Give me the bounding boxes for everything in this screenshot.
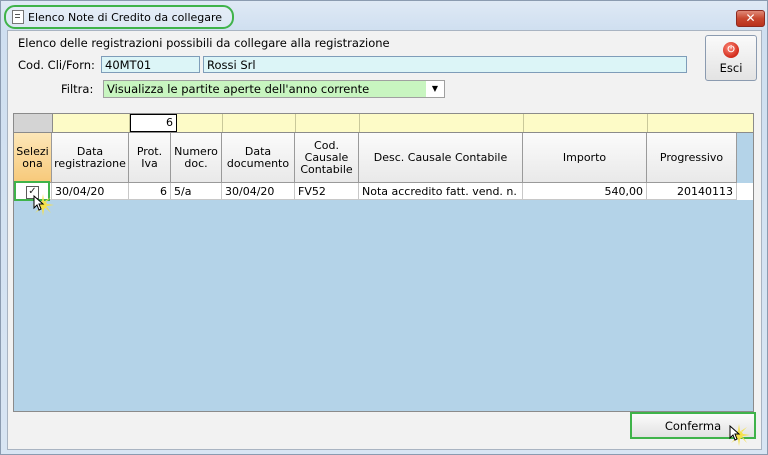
esci-button[interactable]: ⏻ Esci xyxy=(705,35,757,81)
col-data-registrazione[interactable]: Data registrazione xyxy=(52,133,129,183)
record-count: 6 xyxy=(130,114,177,132)
description-text: Elenco delle registrazioni possibili da … xyxy=(18,36,390,50)
cell-importo: 540,00 xyxy=(523,183,647,200)
cell-prot-iva: 6 xyxy=(129,183,171,200)
grid-corner xyxy=(14,114,53,132)
table-row[interactable]: 30/04/20 6 5/a 30/04/20 FV52 Nota accred… xyxy=(14,183,753,200)
cod-cli-forn-label: Cod. Cli/Forn: xyxy=(18,58,95,72)
pointer-cursor-icon xyxy=(32,194,54,216)
filtra-selected-value: Visualizza le partite aperte dell'anno c… xyxy=(104,81,426,97)
filtra-select[interactable]: Visualizza le partite aperte dell'anno c… xyxy=(103,80,445,98)
cell-progressivo: 20140113 xyxy=(647,183,737,200)
filter-separator xyxy=(523,114,524,132)
col-desc-causale[interactable]: Desc. Causale Contabile xyxy=(359,133,523,183)
grid-filter-row: 6 xyxy=(14,114,753,133)
cell-numero-doc: 5/a xyxy=(171,183,222,200)
document-icon xyxy=(12,10,24,24)
chevron-down-icon[interactable]: ▼ xyxy=(428,81,442,97)
filter-separator xyxy=(222,114,223,132)
pointer-cursor-icon xyxy=(728,424,750,446)
grid-header: Selezi ona Data registrazione Prot. Iva … xyxy=(14,133,753,183)
title-bar: Elenco Note di Credito da collegare ✕ xyxy=(1,1,767,29)
window-title: Elenco Note di Credito da collegare xyxy=(28,10,223,24)
cod-cli-forn-field[interactable]: 40MT01 xyxy=(101,56,200,73)
power-icon: ⏻ xyxy=(723,41,739,58)
col-progressivo[interactable]: Progressivo xyxy=(647,133,737,183)
cell-desc-causale: Nota accredito fatt. vend. n. xyxy=(359,183,523,200)
records-grid[interactable]: 6 Selezi ona Data registrazione Prot. Iv… xyxy=(13,113,754,412)
col-prot-iva[interactable]: Prot. Iva xyxy=(129,133,171,183)
col-seleziona[interactable]: Selezi ona xyxy=(14,133,52,183)
col-cod-causale[interactable]: Cod. Causale Contabile xyxy=(295,133,359,183)
filter-separator xyxy=(647,114,648,132)
col-data-documento[interactable]: Data documento xyxy=(222,133,295,183)
ragione-sociale-field[interactable]: Rossi Srl xyxy=(203,56,687,73)
cell-data-documento: 30/04/20 xyxy=(222,183,295,200)
col-numero-doc[interactable]: Numero doc. xyxy=(171,133,222,183)
close-button[interactable]: ✕ xyxy=(736,10,765,27)
col-importo[interactable]: Importo xyxy=(523,133,647,183)
filter-separator xyxy=(359,114,360,132)
filter-separator xyxy=(295,114,296,132)
esci-label: Esci xyxy=(719,60,743,75)
cell-cod-causale: FV52 xyxy=(295,183,359,200)
cell-data-registrazione: 30/04/20 xyxy=(52,183,129,200)
dialog-window: Elenco Note di Credito da collegare ✕ El… xyxy=(0,0,768,455)
title-highlight: Elenco Note di Credito da collegare xyxy=(4,5,235,29)
dialog-content: Elenco delle registrazioni possibili da … xyxy=(7,30,762,450)
filtra-label: Filtra: xyxy=(61,82,94,96)
